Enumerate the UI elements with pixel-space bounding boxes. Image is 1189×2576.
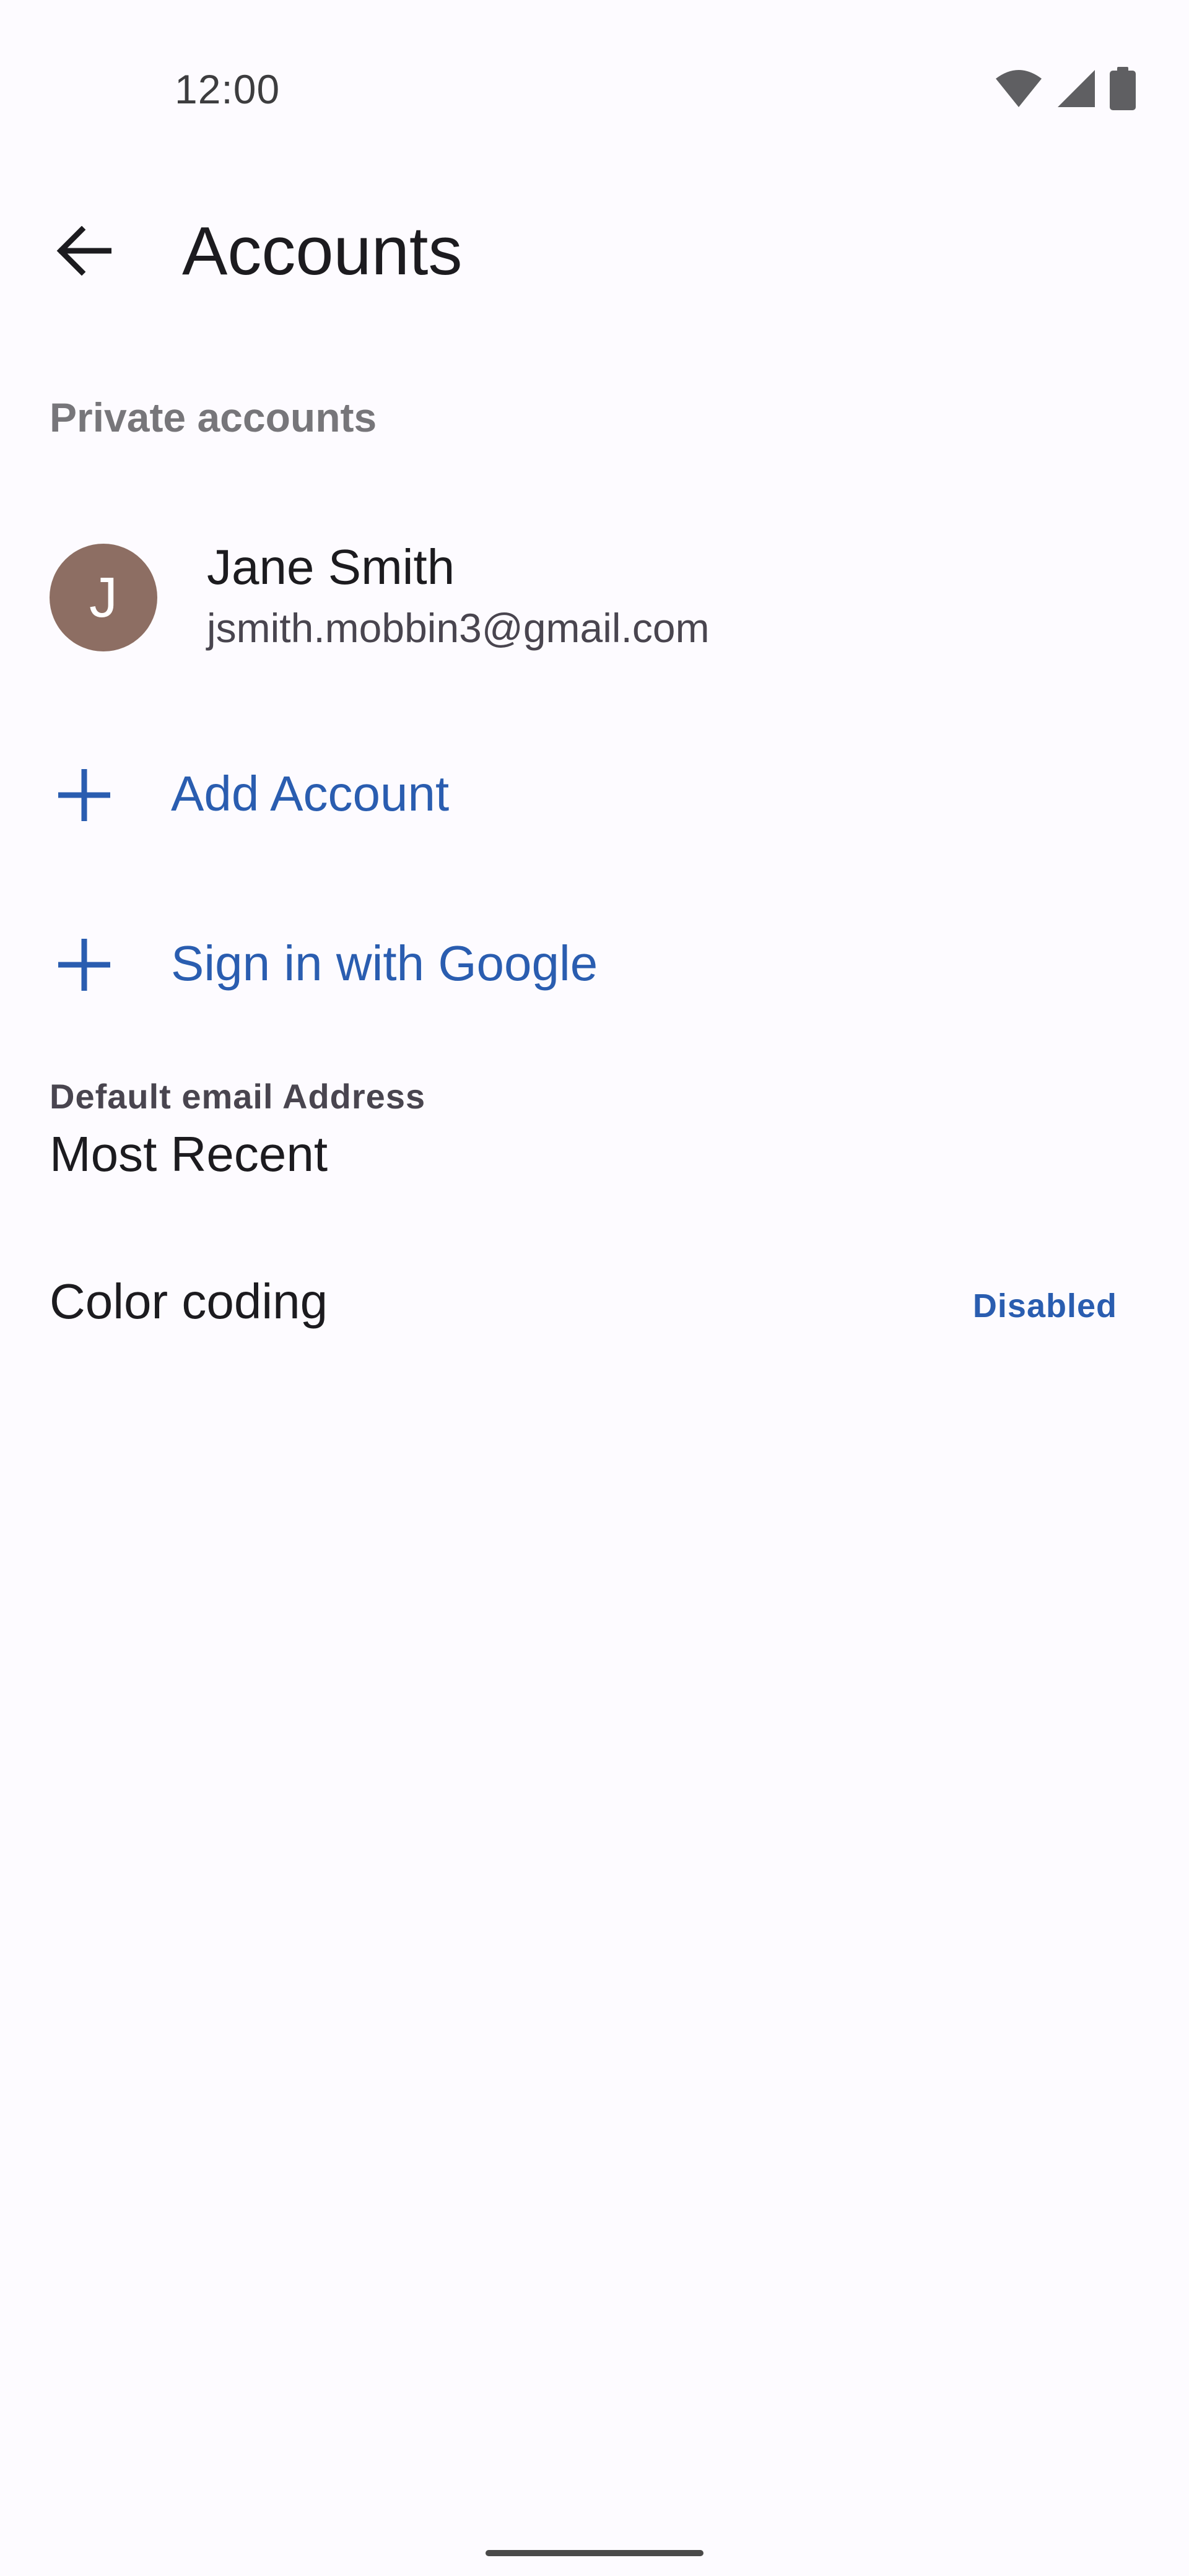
section-header-private-accounts: Private accounts [50,394,377,440]
navigation-handle[interactable] [486,2550,703,2556]
status-time: 12:00 [175,66,281,112]
top-app-bar: Accounts [0,186,1189,310]
color-coding-status[interactable]: Disabled [973,1287,1117,1325]
add-account-button[interactable]: Add Account [0,721,1189,863]
sign-in-with-google-label: Sign in with Google [171,936,598,991]
default-email-setting[interactable]: Default email Address Most Recent [0,1076,1189,1200]
add-account-label: Add Account [171,766,450,821]
default-email-caption: Default email Address [50,1077,426,1116]
battery-icon [1110,67,1136,110]
cell-signal-icon [1058,70,1095,107]
back-button[interactable] [43,211,124,291]
wifi-icon [996,70,1042,107]
plus-icon [58,769,110,821]
page-title: Accounts [182,213,463,289]
avatar: J [50,544,157,651]
sign-in-with-google-button[interactable]: Sign in with Google [0,890,1189,1033]
default-email-value: Most Recent [50,1126,328,1181]
account-name: Jane Smith [207,539,455,594]
arrow-back-icon [56,226,111,276]
color-coding-setting[interactable]: Color coding Disabled [0,1273,1189,1347]
status-icons [995,67,1136,110]
account-item[interactable]: J Jane Smith jsmith.mobbin3@gmail.com [0,508,1189,694]
status-bar: 12:00 [0,0,1189,149]
color-coding-title: Color coding [50,1274,328,1329]
plus-icon [58,939,110,991]
account-email: jsmith.mobbin3@gmail.com [207,605,710,651]
